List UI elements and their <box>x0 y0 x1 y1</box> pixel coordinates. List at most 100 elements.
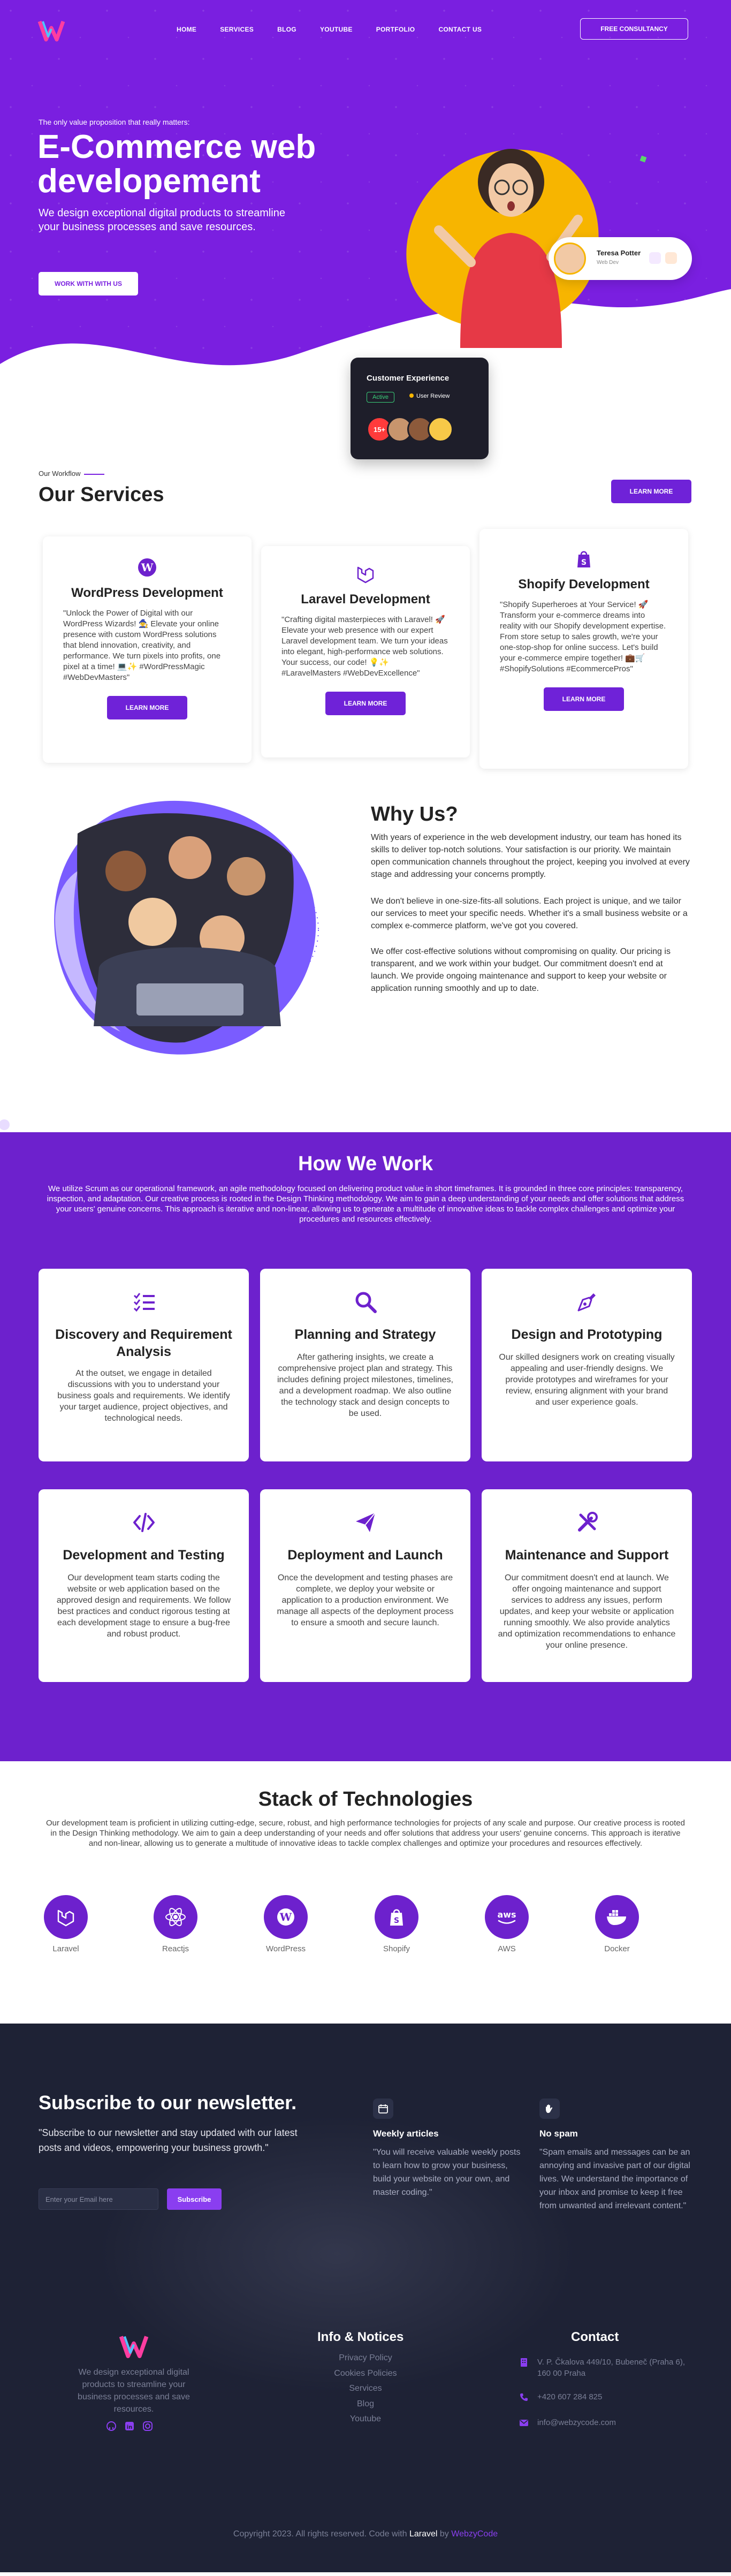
tech-wordpress[interactable]: W WordPress <box>262 1895 310 1953</box>
work-with-us-button[interactable]: WORK WITH WITH US <box>39 272 138 296</box>
youtube-link[interactable]: Youtube <box>312 2412 419 2427</box>
tech-label: AWS <box>498 1944 516 1953</box>
scroll-indicator-icon[interactable] <box>0 1119 12 1131</box>
free-consultancy-button[interactable]: FREE CONSULTANCY <box>580 18 688 40</box>
svg-text:W: W <box>141 561 154 574</box>
services-section: Our Workflow Our Services LEARN MORE W W… <box>0 412 731 769</box>
learn-more-button[interactable]: LEARN MORE <box>611 480 691 503</box>
address-text: V. P. Čkalova 449/10, Bubeneč (Praha 6),… <box>537 2358 686 2378</box>
copyright: Copyright 2023. All rights reserved. Cod… <box>0 2529 731 2539</box>
nav-portfolio[interactable]: PORTFOLIO <box>376 26 415 33</box>
services-link[interactable]: Services <box>312 2381 419 2397</box>
why-paragraph: With years of experience in the web deve… <box>371 833 690 879</box>
tech-label: Laravel <box>52 1944 79 1953</box>
service-card-shopify: S Shopify Development "Shopify Superhero… <box>479 529 688 769</box>
profile-role: Web Dev <box>597 260 619 266</box>
step-text: Once the development and testing phases … <box>277 1573 454 1627</box>
step-title: Development and Testing <box>63 1548 225 1563</box>
step-text: Our commitment doesn't end at launch. We… <box>498 1573 676 1650</box>
phone-icon <box>520 2393 528 2401</box>
feature-weekly-articles: Weekly articles "You will receive valuab… <box>373 2098 527 2199</box>
service-card-laravel: Laravel Development "Crafting digital ma… <box>261 546 470 757</box>
tech-laravel[interactable]: Laravel <box>42 1895 90 1953</box>
hand-stop-icon <box>539 2098 560 2119</box>
tech-reactjs[interactable]: Reactjs <box>151 1895 200 1953</box>
tech-aws[interactable]: aws AWS <box>483 1895 531 1953</box>
profile-name: Teresa Potter <box>597 249 641 257</box>
top-nav: HOME SERVICES BLOG YOUTUBE PORTFOLIO CON… <box>0 16 731 43</box>
step-card-maintenance: Maintenance and Support Our commitment d… <box>482 1489 692 1682</box>
footer-brand-logo[interactable] <box>119 2333 149 2361</box>
blog-link[interactable]: Blog <box>312 2397 419 2412</box>
learn-more-button[interactable]: LEARN MORE <box>325 692 406 715</box>
step-text: At the outset, we engage in detailed dis… <box>57 1369 230 1423</box>
how-intro: We utilize Scrum as our operational fram… <box>47 1184 684 1224</box>
code-icon <box>133 1513 155 1532</box>
feature-no-spam: No spam "Spam emails and messages can be… <box>539 2098 694 2213</box>
service-text: "Crafting digital masterpieces with Lara… <box>281 615 448 678</box>
info-links: Privacy Policy Cookies Policies Services… <box>312 2351 419 2427</box>
feature-text: "You will receive valuable weekly posts … <box>373 2148 521 2197</box>
shopify-icon: S <box>577 551 590 567</box>
instagram-icon[interactable] <box>141 2420 154 2433</box>
shopify-icon: S <box>375 1895 418 1939</box>
tech-shopify[interactable]: S Shopify <box>372 1895 421 1953</box>
contact-phone[interactable]: +420 607 284 825 <box>519 2391 696 2403</box>
subscribe-button[interactable]: Subscribe <box>167 2188 222 2210</box>
laravel-icon <box>44 1895 88 1939</box>
step-card-discovery: Discovery and Requirement Analysis At th… <box>39 1269 249 1461</box>
hero-person-illustration <box>406 149 599 348</box>
framework-link[interactable]: Laravel <box>409 2529 437 2539</box>
why-paragraph: We offer cost-effective solutions withou… <box>371 947 671 993</box>
react-icon <box>154 1895 197 1939</box>
svg-text:aws: aws <box>497 1910 516 1920</box>
tools-icon <box>578 1512 598 1532</box>
email-text: info@webzycode.com <box>537 2418 616 2427</box>
info-notices-title: Info & Notices <box>317 2330 404 2344</box>
copyright-text: Copyright 2023. All rights reserved. Cod… <box>233 2529 407 2539</box>
email-input[interactable] <box>39 2188 158 2210</box>
nav-youtube[interactable]: YOUTUBE <box>320 26 353 33</box>
github-icon[interactable] <box>105 2420 118 2433</box>
brand-logo[interactable] <box>37 18 65 44</box>
cookies-policies-link[interactable]: Cookies Policies <box>312 2366 419 2382</box>
step-title: Planning and Strategy <box>294 1327 436 1342</box>
newsletter-footer-section: Subscribe to our newsletter. "Subscribe … <box>0 2024 731 2572</box>
paper-plane-icon <box>356 1512 376 1532</box>
nav-contact[interactable]: CONTACT US <box>438 26 482 33</box>
learn-more-button[interactable]: LEARN MORE <box>544 687 624 711</box>
phone-text: +420 607 284 825 <box>537 2392 603 2401</box>
hero-description: We design exceptional digital products t… <box>39 207 285 233</box>
feature-title: No spam <box>539 2128 578 2139</box>
service-card-wordpress: W WordPress Development "Unlock the Powe… <box>43 536 252 763</box>
profile-card: Teresa Potter Web Dev <box>549 237 692 280</box>
step-title: Design and Prototyping <box>511 1327 663 1342</box>
feature-text: "Spam emails and messages can be an anno… <box>539 2148 690 2210</box>
contact-email[interactable]: info@webzycode.com <box>519 2417 696 2428</box>
learn-more-button[interactable]: LEARN MORE <box>107 696 187 719</box>
svg-text:S: S <box>394 1916 399 1925</box>
tech-docker[interactable]: Docker <box>593 1895 641 1953</box>
status-badge: Active <box>367 392 394 403</box>
check-icon <box>665 252 677 264</box>
avatar <box>554 243 586 275</box>
pen-nib-icon <box>577 1293 596 1312</box>
linkedin-icon[interactable]: in <box>123 2420 136 2433</box>
how-title: How We Work <box>298 1153 433 1175</box>
wordpress-icon: W <box>264 1895 308 1939</box>
step-title: Maintenance and Support <box>505 1548 669 1563</box>
svg-text:S: S <box>581 558 587 567</box>
service-text: "Unlock the Power of Digital with our Wo… <box>63 609 221 682</box>
footer-about: We design exceptional digital products t… <box>78 2368 190 2414</box>
privacy-policy-link[interactable]: Privacy Policy <box>312 2351 419 2366</box>
tech-label: Shopify <box>383 1944 410 1953</box>
hero-title: E-Commerce web developement <box>37 128 316 200</box>
nav-services[interactable]: SERVICES <box>220 26 254 33</box>
brand-link[interactable]: WebzyCode <box>451 2529 498 2539</box>
tech-label: WordPress <box>266 1944 306 1953</box>
laravel-icon <box>357 566 374 584</box>
service-title: Laravel Development <box>301 592 430 607</box>
nav-home[interactable]: HOME <box>177 26 196 33</box>
service-title: Shopify Development <box>518 577 650 592</box>
nav-blog[interactable]: BLOG <box>277 26 296 33</box>
